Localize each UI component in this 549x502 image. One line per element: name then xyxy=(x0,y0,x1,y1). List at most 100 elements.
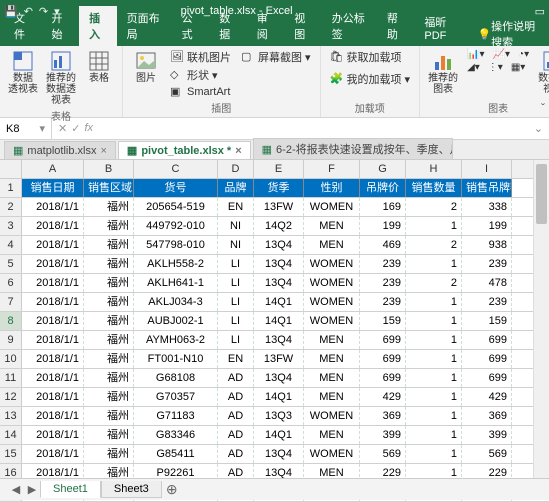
cell[interactable]: 1 xyxy=(406,407,462,425)
cell[interactable]: 2018/1/1 xyxy=(22,236,84,254)
cell[interactable]: 2018/1/1 xyxy=(22,274,84,292)
tab-fuxin[interactable]: 福昕PDF xyxy=(414,10,469,46)
cell[interactable]: MEN xyxy=(304,369,360,387)
cell[interactable]: 吊牌价 xyxy=(360,179,406,197)
cell[interactable]: 福州 xyxy=(84,274,134,292)
cell[interactable]: 13Q4 xyxy=(254,331,304,349)
cell[interactable]: 469 xyxy=(360,236,406,254)
scrollbar-thumb[interactable] xyxy=(536,164,547,224)
cell[interactable]: 169 xyxy=(360,198,406,216)
cell[interactable]: 1 xyxy=(406,312,462,330)
cell[interactable]: MEN xyxy=(304,331,360,349)
tell-me[interactable]: 💡 操作说明搜索 xyxy=(469,22,549,46)
enter-icon[interactable]: ✓ xyxy=(71,122,80,135)
cell[interactable]: 2018/1/1 xyxy=(22,312,84,330)
cell[interactable]: NI xyxy=(218,236,254,254)
cell[interactable]: NI xyxy=(218,217,254,235)
online-pictures-button[interactable]: 🖼联机图片 xyxy=(167,48,234,66)
cell[interactable]: AKLH558-2 xyxy=(134,255,218,273)
chart-surface-button[interactable]: ▦▾ xyxy=(508,61,528,74)
column-header[interactable]: G xyxy=(360,160,406,178)
cell[interactable]: WOMEN xyxy=(304,293,360,311)
shapes-button[interactable]: ◇形状▾ xyxy=(167,66,234,84)
cell[interactable]: 2018/1/1 xyxy=(22,217,84,235)
cell[interactable]: WOMEN xyxy=(304,407,360,425)
column-header[interactable]: A xyxy=(22,160,84,178)
cell[interactable]: 14Q1 xyxy=(254,293,304,311)
expand-formula-icon[interactable]: ⌄ xyxy=(528,122,549,135)
cell[interactable]: WOMEN xyxy=(304,274,360,292)
fx-icon[interactable]: fx xyxy=(84,122,93,135)
sheet-tab-3[interactable]: Sheet3 xyxy=(101,481,162,498)
cell[interactable]: 239 xyxy=(360,255,406,273)
cell[interactable]: 货季 xyxy=(254,179,304,197)
cell[interactable]: 1 xyxy=(406,426,462,444)
cell[interactable]: WOMEN xyxy=(304,445,360,463)
row-header[interactable]: 9 xyxy=(0,331,22,349)
cell[interactable]: AYMH063-2 xyxy=(134,331,218,349)
spreadsheet-grid[interactable]: ABCDEFGHI 1销售日期销售区域货号品牌货季性别吊牌价销售数量销售吊牌额2… xyxy=(0,160,549,502)
cell[interactable]: 2018/1/1 xyxy=(22,369,84,387)
cell[interactable]: 销售数量 xyxy=(406,179,462,197)
row-header[interactable]: 15 xyxy=(0,445,22,463)
cell[interactable]: 福州 xyxy=(84,331,134,349)
cell[interactable]: 2018/1/1 xyxy=(22,198,84,216)
cell[interactable]: 1 xyxy=(406,217,462,235)
cell[interactable]: 239 xyxy=(360,293,406,311)
tab-data[interactable]: 数据 xyxy=(209,6,247,46)
cell[interactable]: 2018/1/1 xyxy=(22,445,84,463)
cell[interactable]: 2018/1/1 xyxy=(22,388,84,406)
column-header[interactable]: H xyxy=(406,160,462,178)
cell[interactable]: 13FW xyxy=(254,198,304,216)
cell[interactable]: WOMEN xyxy=(304,255,360,273)
cell[interactable]: 159 xyxy=(360,312,406,330)
cell[interactable]: LI xyxy=(218,255,254,273)
cell[interactable]: 13Q3 xyxy=(254,407,304,425)
tab-review[interactable]: 审阅 xyxy=(247,6,285,46)
cell[interactable]: AD xyxy=(218,369,254,387)
screenshot-button[interactable]: ▢屏幕截图▾ xyxy=(238,48,314,66)
cell[interactable]: 货号 xyxy=(134,179,218,197)
cell[interactable]: AUBJ002-1 xyxy=(134,312,218,330)
undo-icon[interactable]: ↶ xyxy=(24,5,33,18)
cell[interactable]: 699 xyxy=(462,350,512,368)
recommended-charts-button[interactable]: 推荐的 图表 xyxy=(426,48,460,97)
cell[interactable]: EN xyxy=(218,350,254,368)
pivot-chart-button[interactable]: 数据透视图 xyxy=(536,48,549,97)
cell[interactable]: 14Q1 xyxy=(254,426,304,444)
close-icon[interactable]: × xyxy=(100,145,106,157)
cell[interactable]: 547798-010 xyxy=(134,236,218,254)
row-header[interactable]: 1 xyxy=(0,179,22,197)
cell[interactable]: 福州 xyxy=(84,350,134,368)
tab-formulas[interactable]: 公式 xyxy=(172,6,210,46)
cell[interactable]: 13FW xyxy=(254,350,304,368)
cell[interactable]: G70357 xyxy=(134,388,218,406)
cell[interactable]: EN xyxy=(218,198,254,216)
cell[interactable]: 1 xyxy=(406,255,462,273)
row-header[interactable]: 7 xyxy=(0,293,22,311)
cell[interactable]: 14Q2 xyxy=(254,217,304,235)
cell[interactable]: 福州 xyxy=(84,388,134,406)
row-header[interactable]: 5 xyxy=(0,255,22,273)
workbook-tab-2[interactable]: ▦ pivot_table.xlsx * × xyxy=(118,141,251,159)
cell[interactable]: FT001-N10 xyxy=(134,350,218,368)
row-header[interactable]: 11 xyxy=(0,369,22,387)
column-header[interactable]: F xyxy=(304,160,360,178)
cell[interactable]: 福州 xyxy=(84,293,134,311)
redo-icon[interactable]: ↷ xyxy=(39,5,48,18)
column-header[interactable]: E xyxy=(254,160,304,178)
tab-insert[interactable]: 插入 xyxy=(79,6,117,46)
cell[interactable]: 福州 xyxy=(84,198,134,216)
cell[interactable]: 销售吊牌额 xyxy=(462,179,512,197)
sheet-nav-prev-icon[interactable]: ◀ xyxy=(8,483,24,496)
cell[interactable]: 1 xyxy=(406,350,462,368)
pivot-table-button[interactable]: 数据 透视表 xyxy=(6,48,40,97)
cell[interactable]: 1 xyxy=(406,331,462,349)
cell[interactable]: AD xyxy=(218,426,254,444)
smartart-button[interactable]: ▣SmartArt xyxy=(167,84,234,100)
cell[interactable]: AKLJ034-3 xyxy=(134,293,218,311)
cell[interactable]: 205654-519 xyxy=(134,198,218,216)
close-icon[interactable]: × xyxy=(235,145,241,157)
cell[interactable]: 338 xyxy=(462,198,512,216)
cell[interactable]: WOMEN xyxy=(304,312,360,330)
